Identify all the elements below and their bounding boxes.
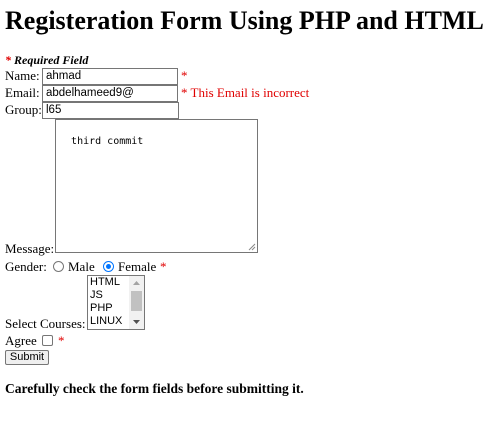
agree-label: Agree xyxy=(5,333,37,348)
scrollbar-thumb[interactable] xyxy=(131,291,142,311)
course-option-php[interactable]: PHP xyxy=(90,302,113,315)
name-required-star: * xyxy=(181,68,188,83)
email-input[interactable]: abdelhameed9@ xyxy=(42,85,178,102)
course-option-linux[interactable]: LINUX xyxy=(90,315,122,328)
gender-male-label: Male xyxy=(68,259,95,274)
email-label: Email: xyxy=(5,85,40,100)
name-input[interactable]: ahmad xyxy=(42,68,178,85)
submit-button[interactable]: Submit xyxy=(5,350,49,365)
gender-male-radio[interactable] xyxy=(53,261,64,272)
course-option-html[interactable]: HTML xyxy=(90,276,120,289)
gender-label: Gender: xyxy=(5,259,47,274)
message-textarea[interactable]: third commit xyxy=(55,119,258,253)
group-label: Group: xyxy=(5,102,42,117)
gender-female-label: Female xyxy=(118,259,157,274)
required-field-text: Required Field xyxy=(14,53,89,67)
email-error-message: * This Email is incorrect xyxy=(181,85,310,100)
gender-required-star: * xyxy=(160,259,167,274)
courses-listbox[interactable]: HTML JS PHP LINUX xyxy=(87,275,145,330)
agree-checkbox[interactable] xyxy=(42,335,53,346)
scroll-down-arrow-icon[interactable] xyxy=(129,315,144,329)
group-input[interactable]: l65 xyxy=(42,102,179,119)
message-label: Message: xyxy=(5,241,55,256)
agree-required-star: * xyxy=(58,333,65,348)
page-title: Registeration Form Using PHP and HTML xyxy=(5,6,484,35)
message-text: third commit xyxy=(71,136,144,147)
bottom-note: Carefully check the form fields before s… xyxy=(5,381,304,396)
name-label: Name: xyxy=(5,68,40,83)
gender-female-radio[interactable] xyxy=(103,261,114,272)
course-option-js[interactable]: JS xyxy=(90,289,103,302)
courses-scrollbar[interactable] xyxy=(129,276,144,329)
scroll-up-arrow-icon[interactable] xyxy=(129,276,144,290)
resize-grip-icon[interactable] xyxy=(248,243,256,251)
courses-label: Select Courses: xyxy=(5,316,86,331)
required-star: * xyxy=(5,53,11,67)
required-field-note: * Required Field xyxy=(5,53,88,67)
